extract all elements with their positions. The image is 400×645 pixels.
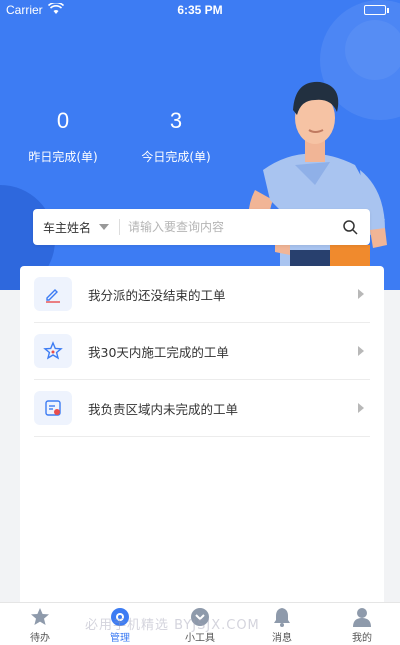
search-filter-select[interactable]: 车主姓名: [33, 209, 110, 245]
stat-label: 今日完成(单): [141, 150, 211, 164]
search-bar: 车主姓名: [33, 209, 370, 245]
worker-illustration: [248, 81, 387, 290]
menu-item-label: 我负责区域内未完成的工单: [88, 401, 239, 417]
chevron-right-icon: [358, 403, 364, 413]
chevron-right-icon: [358, 346, 364, 356]
stat-yesterday: 0 昨日完成(单): [8, 108, 118, 165]
tab-label: 待办: [30, 633, 50, 644]
tab-label: 小工具: [185, 633, 215, 644]
menu-item-completed-30-days[interactable]: 我30天内施工完成的工单: [34, 323, 370, 380]
tab-messages[interactable]: 消息: [242, 607, 322, 644]
stat-label: 昨日完成(单): [28, 150, 98, 164]
header-banner: Carrier 6:35 PM 0 昨日完成(单) 3 今日完成(单): [0, 0, 400, 290]
tab-profile[interactable]: 我的: [322, 607, 400, 644]
status-bar: Carrier 6:35 PM: [0, 0, 400, 20]
search-filter-label: 车主姓名: [43, 220, 92, 235]
menu-item-dispatched-unfinished[interactable]: 我分派的还没结束的工单: [34, 266, 370, 323]
stat-value: 3: [169, 108, 183, 133]
tab-todo[interactable]: 待办: [0, 607, 80, 644]
stat-today: 3 今日完成(单): [121, 108, 231, 165]
order-menu-card: 我分派的还没结束的工单 我30天内施工完成的工单 我负责区域内未完成的工单: [20, 266, 384, 611]
star-icon: [34, 334, 72, 368]
bell-icon: [274, 608, 290, 627]
chevron-down-icon: [99, 224, 110, 230]
tab-label: 消息: [272, 633, 292, 644]
divider: [119, 219, 121, 235]
tab-manage[interactable]: 管理: [80, 607, 160, 644]
search-icon[interactable]: [342, 219, 358, 235]
bottom-tab-bar: 待办 管理 小工具 消息 我的: [0, 602, 400, 645]
star-icon: [31, 608, 49, 625]
chevron-right-icon: [358, 289, 364, 299]
battery-icon: [364, 5, 389, 15]
clock-time: 6:35 PM: [177, 3, 223, 17]
tab-label: 管理: [110, 633, 130, 644]
menu-item-label: 我分派的还没结束的工单: [88, 287, 226, 303]
settings-icon: [111, 608, 129, 626]
stat-value: 0: [56, 108, 70, 133]
menu-item-area-unfinished[interactable]: 我负责区域内未完成的工单: [34, 380, 370, 437]
tab-label: 我的: [352, 633, 372, 644]
clipboard-icon: [34, 391, 72, 425]
tab-tools[interactable]: 小工具: [160, 607, 240, 644]
user-icon: [353, 608, 371, 627]
search-input[interactable]: [128, 220, 329, 234]
chevron-badge-icon: [191, 608, 209, 626]
menu-item-label: 我30天内施工完成的工单: [88, 344, 229, 360]
pen-icon: [34, 277, 72, 311]
